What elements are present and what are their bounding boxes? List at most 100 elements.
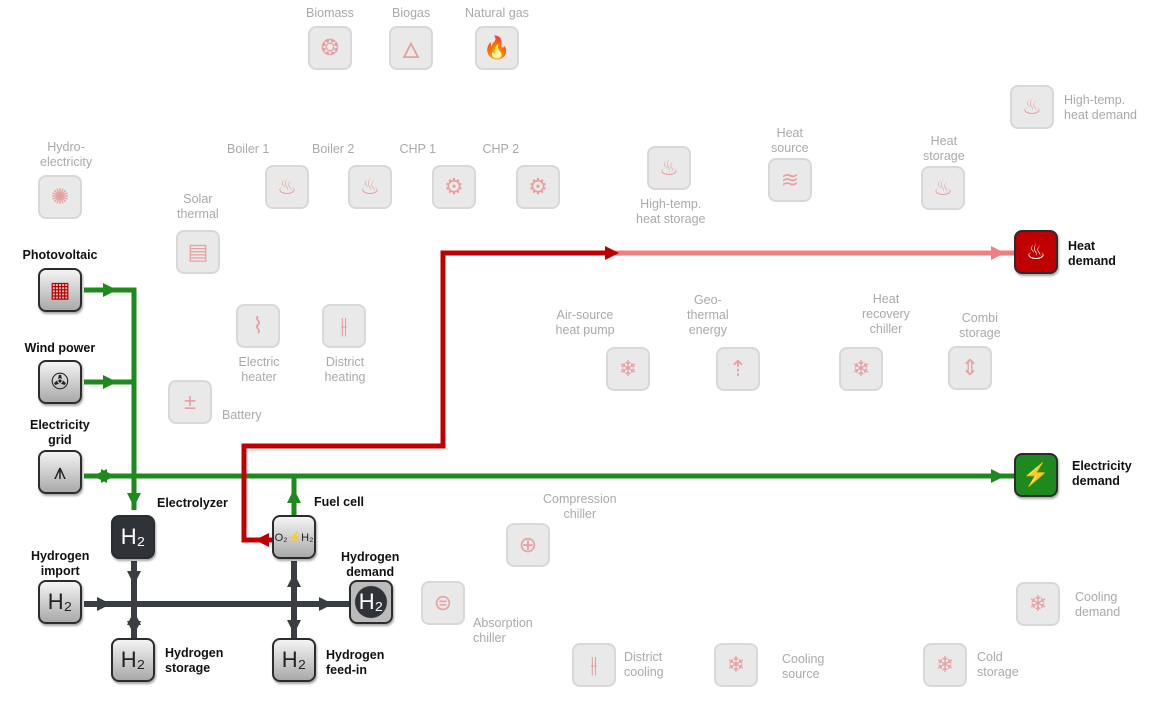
node-heat-source[interactable]: ≋ xyxy=(768,158,812,202)
node-chp1[interactable]: ⚙ xyxy=(432,165,476,209)
node-label-grid: Electricity grid xyxy=(30,418,90,447)
node-label-chp1: CHP 1 xyxy=(399,142,437,156)
node-pv[interactable]: ▦ xyxy=(38,268,82,312)
node-label-boiler1: Boiler 1 xyxy=(227,142,270,156)
h2-tank-icon: H₂ xyxy=(120,647,146,672)
district-cooling-icon: ⫲ xyxy=(590,652,598,677)
node-ht-demand[interactable]: ♨ xyxy=(1010,85,1054,129)
arrow-icon xyxy=(97,597,111,611)
node-ashp[interactable]: ❄ xyxy=(606,347,650,391)
cold-tank-icon: ❄ xyxy=(935,652,955,677)
arrow-icon xyxy=(103,375,117,389)
bio-flame-icon: 🜂 xyxy=(401,38,421,63)
arrow-icon xyxy=(287,489,301,503)
valve-icon: H₂ xyxy=(47,589,73,614)
node-label-pv: Photovoltaic xyxy=(22,248,98,262)
node-h2-feedin[interactable]: H₂ xyxy=(272,638,316,682)
node-label-ht-storage: High-temp. heat storage xyxy=(636,197,706,226)
node-heat-demand[interactable]: ♨ xyxy=(1014,230,1058,274)
solar-collector-icon: ▤ xyxy=(187,239,209,264)
node-label-geothermal: Geo- thermal energy xyxy=(687,293,729,337)
node-hr-chiller[interactable]: ❄ xyxy=(839,347,883,391)
node-grid[interactable]: ⩚ xyxy=(38,450,82,494)
node-elec-demand[interactable]: ⚡ xyxy=(1014,453,1058,497)
heat-pump-icon: ❄ xyxy=(618,356,638,381)
node-label-biomass: Biomass xyxy=(306,6,354,20)
wind-turbine-icon: ✇ xyxy=(50,369,70,394)
node-battery[interactable]: ± xyxy=(168,380,212,424)
node-label-absorption-chiller: Absorption chiller xyxy=(473,616,533,645)
arrow-icon xyxy=(605,246,619,260)
node-natural-gas[interactable]: 🔥 xyxy=(475,26,519,70)
battery-icon: ± xyxy=(183,389,197,414)
node-wind[interactable]: ✇ xyxy=(38,360,82,404)
node-electric-heater[interactable]: ⌇ xyxy=(236,304,280,348)
node-biogas[interactable]: 🜂 xyxy=(389,26,433,70)
node-h2-demand[interactable]: H₂ xyxy=(349,580,393,624)
compressor-icon: ⊕ xyxy=(518,532,538,557)
h2-feedin-icon: H₂ xyxy=(281,647,307,672)
node-label-wind: Wind power xyxy=(24,341,96,355)
combi-tank-icon: ⇕ xyxy=(960,355,980,380)
node-label-heat-demand: Heat demand xyxy=(1068,239,1116,268)
heat-tank-icon: ♨ xyxy=(659,155,679,180)
snowflake-icon: ❄ xyxy=(1028,591,1048,616)
heat-tank-icon: ♨ xyxy=(933,175,953,200)
node-heat-storage[interactable]: ♨ xyxy=(921,166,965,210)
node-h2-import[interactable]: H₂ xyxy=(38,580,82,624)
node-fuel-cell[interactable]: O₂⚡H₂ xyxy=(272,515,316,559)
node-cooling-source[interactable]: ❄ xyxy=(714,643,758,687)
node-ht-storage[interactable]: ♨ xyxy=(647,146,691,190)
node-electrolyzer[interactable]: H₂ xyxy=(111,515,155,559)
node-combi-storage[interactable]: ⇕ xyxy=(948,346,992,390)
arrow-icon xyxy=(101,469,115,483)
flame-icon: 🔥 xyxy=(483,35,511,60)
node-geothermal[interactable]: ⇡ xyxy=(716,347,760,391)
node-district-heating[interactable]: ⫲ xyxy=(322,304,366,348)
node-label-h2-import: Hydrogen import xyxy=(31,549,90,578)
node-absorption-chiller[interactable]: ⊜ xyxy=(421,581,465,625)
arrow-icon xyxy=(255,533,269,547)
node-label-district-cooling: District cooling xyxy=(624,650,664,679)
arrow-icon xyxy=(127,571,141,585)
boiler-icon: ♨ xyxy=(277,174,297,199)
absorption-icon: ⊜ xyxy=(433,590,453,615)
snowflake-icon: ❄ xyxy=(726,652,746,677)
node-cold-storage[interactable]: ❄ xyxy=(923,643,967,687)
node-chp2[interactable]: ⚙ xyxy=(516,165,560,209)
logs-icon: ❂ xyxy=(320,35,340,60)
electrolyzer-icon: H₂ xyxy=(120,524,146,549)
node-label-chp2: CHP 2 xyxy=(482,142,520,156)
chiller-icon: ❄ xyxy=(851,356,871,381)
node-label-cooling-source: Cooling source xyxy=(782,652,825,681)
node-biomass[interactable]: ❂ xyxy=(308,26,352,70)
arrow-icon xyxy=(127,621,141,635)
node-solar-thermal[interactable]: ▤ xyxy=(176,230,220,274)
node-label-electric-heater: Electric heater xyxy=(238,355,280,384)
node-label-natural-gas: Natural gas xyxy=(465,6,529,20)
arrow-icon xyxy=(127,493,141,507)
node-label-boiler2: Boiler 2 xyxy=(312,142,355,156)
fuel-cell-icon: O₂⚡H₂ xyxy=(274,531,314,544)
chp-engine-icon: ⚙ xyxy=(528,174,548,199)
district-heating-icon: ⫲ xyxy=(340,313,348,338)
node-label-heat-source: Heat source xyxy=(771,126,809,155)
node-label-cooling-demand: Cooling demand xyxy=(1075,590,1121,619)
node-h2-storage[interactable]: H₂ xyxy=(111,638,155,682)
node-boiler2[interactable]: ♨ xyxy=(348,165,392,209)
node-cooling-demand[interactable]: ❄ xyxy=(1016,582,1060,626)
node-label-solar-thermal: Solar thermal xyxy=(177,192,219,221)
node-district-cooling[interactable]: ⫲ xyxy=(572,643,616,687)
h2-circle-icon: H₂ xyxy=(358,589,384,614)
arrow-icon xyxy=(103,283,117,297)
heat-waves-icon: ♨ xyxy=(1026,239,1046,264)
node-label-ashp: Air-source heat pump xyxy=(555,308,615,337)
node-compression-chiller[interactable]: ⊕ xyxy=(506,523,550,567)
water-wheel-icon: ✺ xyxy=(50,184,70,209)
node-label-ht-demand: High-temp. heat demand xyxy=(1064,93,1137,122)
solar-panel-icon: ▦ xyxy=(49,277,71,302)
node-label-h2-feedin: Hydrogen feed-in xyxy=(326,648,385,677)
arrow-icon xyxy=(287,573,301,587)
node-boiler1[interactable]: ♨ xyxy=(265,165,309,209)
node-hydro[interactable]: ✺ xyxy=(38,175,82,219)
